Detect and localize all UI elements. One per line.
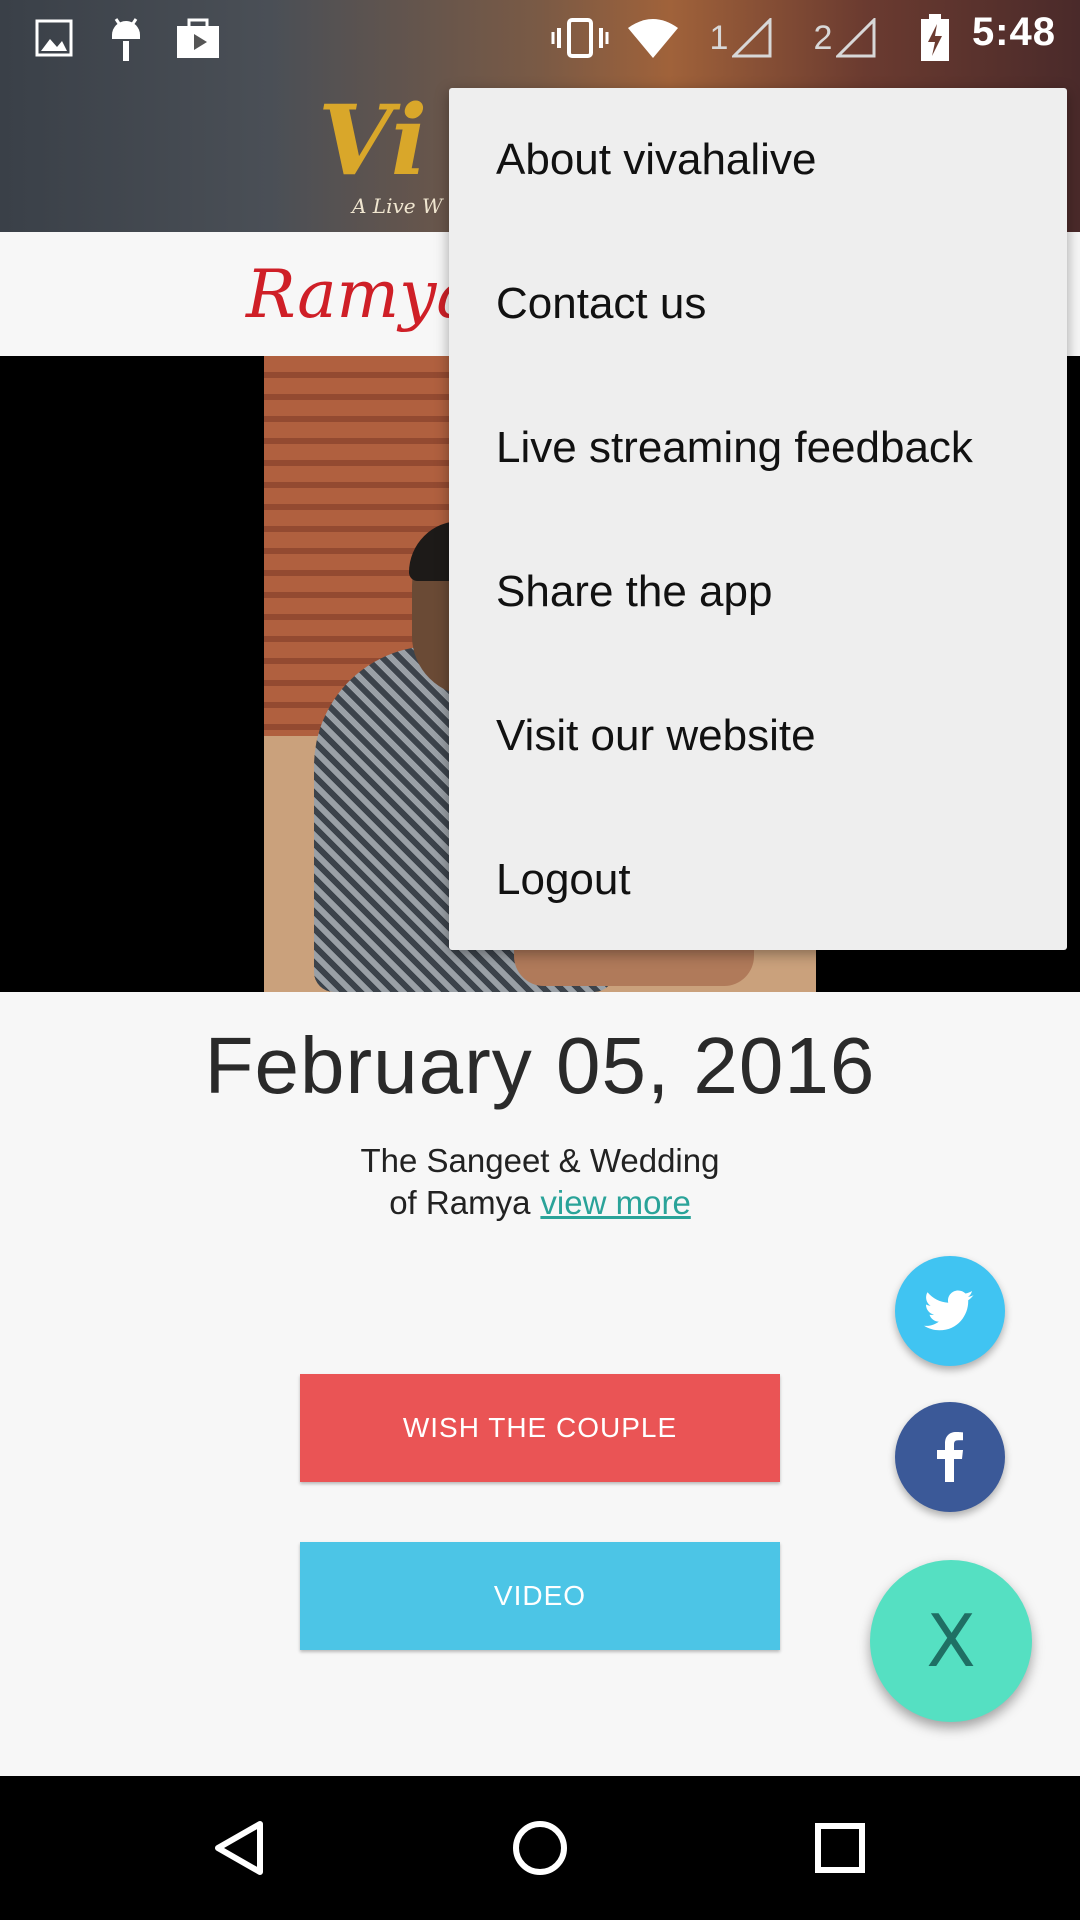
logo-tagline: A Live W: [352, 194, 443, 218]
close-fab-button[interactable]: X: [870, 1560, 1032, 1722]
wifi-icon: [626, 12, 680, 64]
navigation-bar: [0, 1776, 1080, 1920]
menu-item-label: Share the app: [496, 567, 773, 616]
menu-item-share[interactable]: Share the app: [449, 520, 1067, 664]
wish-the-couple-button[interactable]: WISH THE COUPLE: [300, 1374, 780, 1482]
back-icon: [215, 1821, 263, 1875]
sim2-label: 2: [813, 18, 833, 57]
overflow-menu: About vivahalive Contact us Live streami…: [449, 88, 1067, 950]
recents-button[interactable]: [790, 1798, 890, 1898]
menu-item-logout[interactable]: Logout: [449, 808, 1067, 952]
battery-charging-icon: [918, 12, 952, 64]
menu-item-website[interactable]: Visit our website: [449, 664, 1067, 808]
menu-item-label: Visit our website: [496, 711, 816, 760]
menu-item-label: Contact us: [496, 279, 707, 328]
menu-item-feedback[interactable]: Live streaming feedback: [449, 376, 1067, 520]
image-icon: [34, 12, 74, 64]
description-line2: of Ramya: [389, 1184, 531, 1221]
view-more-link[interactable]: view more: [540, 1184, 690, 1221]
facebook-button[interactable]: [895, 1402, 1005, 1512]
android-icon: [104, 12, 148, 64]
signal-icon: 1: [706, 12, 776, 64]
event-date: February 05, 2016: [204, 1021, 876, 1110]
twitter-button[interactable]: [895, 1256, 1005, 1366]
facebook-icon: [937, 1432, 963, 1482]
vibrate-icon: [550, 12, 610, 64]
twitter-icon: [924, 1290, 974, 1331]
status-time: 5:48: [971, 10, 1056, 54]
couple-name: Ramya: [246, 256, 476, 333]
signal-icon: 2: [810, 12, 880, 64]
recents-icon: [815, 1823, 865, 1873]
description-line1: The Sangeet & Wedding: [360, 1142, 720, 1179]
home-icon: [513, 1821, 567, 1875]
menu-item-about[interactable]: About vivahalive: [449, 88, 1067, 232]
event-description: The Sangeet & Wedding of Ramya view more: [0, 1140, 1080, 1224]
menu-item-label: About vivahalive: [496, 135, 817, 184]
video-button[interactable]: VIDEO: [300, 1542, 780, 1650]
status-bar: 1 2 5:48: [0, 0, 1080, 76]
close-fab-label: X: [926, 1599, 976, 1683]
back-button[interactable]: [190, 1798, 290, 1898]
home-button[interactable]: [490, 1798, 590, 1898]
menu-item-label: Logout: [496, 855, 631, 904]
menu-item-label: Live streaming feedback: [496, 423, 973, 472]
play-store-icon: [174, 12, 222, 64]
sim1-label: 1: [709, 18, 729, 57]
menu-item-contact[interactable]: Contact us: [449, 232, 1067, 376]
logo-text: Vi: [318, 84, 428, 197]
